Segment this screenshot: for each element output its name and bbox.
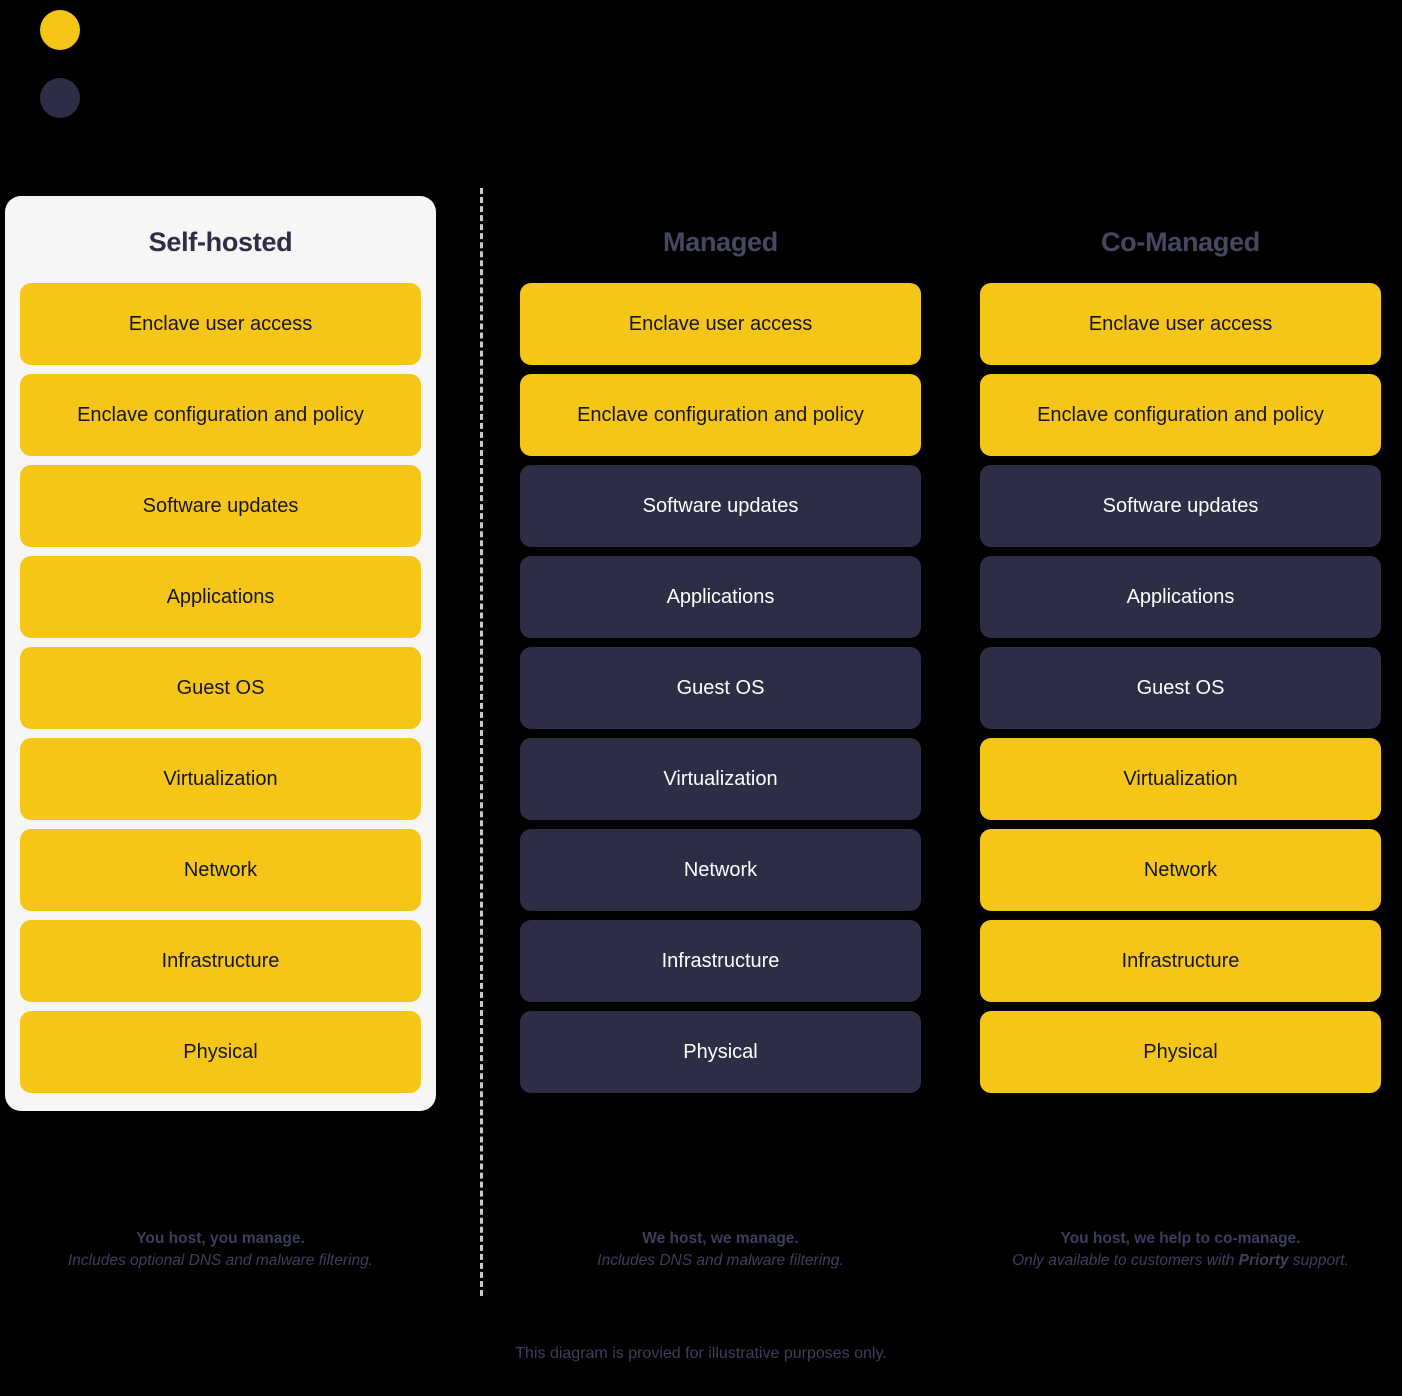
layer-row[interactable]: Enclave configuration and policy <box>520 373 921 456</box>
layer-list-self-hosted: Enclave user access Enclave configuratio… <box>20 282 421 1093</box>
layer-list-managed: Enclave user access Enclave configuratio… <box>520 282 921 1093</box>
layer-row[interactable]: Software updates <box>980 464 1381 547</box>
layer-row[interactable]: Guest OS <box>520 646 921 729</box>
layer-row[interactable]: Network <box>980 828 1381 911</box>
layer-row[interactable]: Network <box>20 828 421 911</box>
layer-row[interactable]: Physical <box>20 1010 421 1093</box>
layer-row[interactable]: Applications <box>20 555 421 638</box>
managed-panel: Managed Enclave user access Enclave conf… <box>505 196 936 1111</box>
layer-row[interactable]: Infrastructure <box>980 919 1381 1002</box>
layer-row[interactable]: Enclave configuration and policy <box>20 373 421 456</box>
column-self-hosted: Self-hosted Enclave user access Enclave … <box>5 196 436 1111</box>
caption-secondary-prefix: Only available to customers with <box>1012 1252 1239 1270</box>
legend-yellow-dot-icon <box>40 10 80 50</box>
layer-row[interactable]: Virtualization <box>20 737 421 820</box>
layer-row[interactable]: Software updates <box>20 464 421 547</box>
layer-row[interactable]: Applications <box>520 555 921 638</box>
caption-primary: You host, we help to co-manage. <box>1060 1230 1301 1247</box>
column-co-managed: Co-Managed Enclave user access Enclave c… <box>965 196 1396 1111</box>
layer-row[interactable]: Software updates <box>520 464 921 547</box>
co-managed-panel: Co-Managed Enclave user access Enclave c… <box>965 196 1396 1111</box>
layer-row[interactable]: Physical <box>980 1010 1381 1093</box>
layer-row[interactable]: Guest OS <box>20 646 421 729</box>
layer-row[interactable]: Physical <box>520 1010 921 1093</box>
layer-list-co-managed: Enclave user access Enclave configuratio… <box>980 282 1381 1093</box>
layer-row[interactable]: Enclave configuration and policy <box>980 373 1381 456</box>
caption-secondary-prefix: Includes optional DNS and malware filter… <box>68 1252 373 1270</box>
layer-row[interactable]: Applications <box>980 555 1381 638</box>
layer-row[interactable]: Enclave user access <box>980 282 1381 365</box>
caption-co-managed: You host, we help to co-manage. Only ava… <box>965 1228 1396 1273</box>
caption-secondary-prefix: Includes DNS and malware filtering. <box>597 1252 844 1270</box>
caption-secondary: Includes DNS and malware filtering. <box>505 1250 936 1272</box>
legend <box>0 0 200 140</box>
layer-row[interactable]: Enclave user access <box>520 282 921 365</box>
caption-primary: You host, you manage. <box>136 1230 305 1247</box>
column-title-managed: Managed <box>663 227 778 257</box>
layer-row[interactable]: Virtualization <box>520 737 921 820</box>
legend-dark-dot-icon <box>40 78 80 118</box>
caption-secondary-suffix: support. <box>1288 1252 1349 1270</box>
caption-secondary: Includes optional DNS and malware filter… <box>5 1250 436 1272</box>
layer-row[interactable]: Infrastructure <box>20 919 421 1002</box>
caption-self-hosted: You host, you manage. Includes optional … <box>5 1228 436 1273</box>
caption-secondary-strong: Priorty <box>1238 1252 1289 1270</box>
column-title-self-hosted: Self-hosted <box>148 227 293 257</box>
diagram-disclaimer: This diagram is provied for illustrative… <box>515 1345 887 1362</box>
caption-secondary: Only available to customers with Priorty… <box>965 1250 1396 1272</box>
caption-managed: We host, we manage. Includes DNS and mal… <box>505 1228 936 1273</box>
column-title-co-managed: Co-Managed <box>1100 227 1260 257</box>
layer-row[interactable]: Virtualization <box>980 737 1381 820</box>
layer-row[interactable]: Network <box>520 828 921 911</box>
self-hosted-panel: Self-hosted Enclave user access Enclave … <box>5 196 436 1111</box>
vertical-dashed-divider <box>480 188 483 1296</box>
layer-row[interactable]: Infrastructure <box>520 919 921 1002</box>
caption-primary: We host, we manage. <box>642 1230 799 1247</box>
layer-row[interactable]: Guest OS <box>980 646 1381 729</box>
layer-row[interactable]: Enclave user access <box>20 282 421 365</box>
column-managed: Managed Enclave user access Enclave conf… <box>505 196 936 1111</box>
